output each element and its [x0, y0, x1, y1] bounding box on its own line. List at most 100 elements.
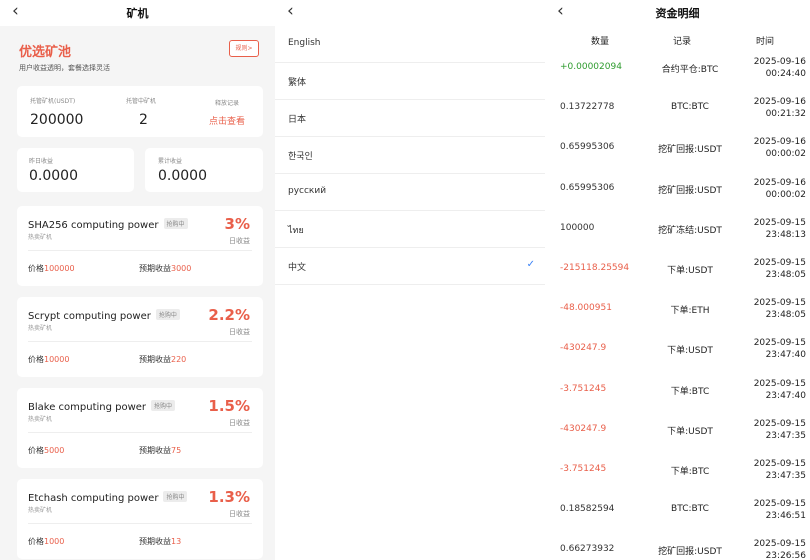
status-badge: 抢购中 [163, 491, 188, 502]
hosting-label: 托管中矿机 [126, 98, 157, 105]
time-text: 23:26:56 [765, 551, 806, 560]
amount-cell: 0.65995306 [560, 182, 615, 193]
time-text: 23:47:40 [765, 390, 806, 401]
records-link[interactable]: 点击查看 [209, 114, 245, 127]
hosting-value: 2 [139, 112, 148, 128]
table-row: 0.65995306 挖矿回报:USDT 2025-09-16 00:00:02 [545, 168, 810, 208]
price-label: 价格 [28, 537, 44, 546]
time-cell: 2025-09-16 00:24:40 [754, 56, 806, 80]
date-text: 2025-09-15 [753, 459, 806, 469]
expected-value: 220 [171, 355, 187, 364]
time-text: 23:47:35 [765, 471, 806, 481]
time-cell: 2025-09-15 23:46:51 [754, 498, 806, 522]
time-text: 23:47:40 [765, 350, 806, 361]
language-option[interactable]: русский [275, 174, 545, 211]
time-text: 23:47:35 [765, 430, 806, 441]
expected-label: 预期收益 [139, 537, 171, 546]
column-header-amount: 数量 [591, 37, 610, 47]
language-label: English [288, 38, 321, 48]
amount-cell: 0.66273932 [560, 544, 615, 555]
miner-name-text: SHA256 computing power [28, 220, 159, 231]
mining-pool-screen: ‹ 矿机 优选矿池 用户收益透明，套餐选择灵活 规则> 托管矿机(USDT) 2… [0, 0, 275, 560]
expected-value: 13 [171, 537, 182, 546]
miner-name: Scrypt computing power 抢购中 [28, 309, 180, 322]
language-option[interactable]: 한국인 [275, 137, 545, 174]
time-cell: 2025-09-15 23:47:35 [754, 458, 806, 482]
time-cell: 2025-09-15 23:26:56 [754, 538, 806, 560]
table-row: 100000 挖矿冻结:USDT 2025-09-15 23:48:13 [545, 208, 810, 248]
date-text: 2025-09-15 [753, 217, 806, 228]
date-text: 2025-09-15 [753, 418, 806, 429]
status-badge: 抢购中 [155, 309, 180, 320]
record-cell: 下单:ETH [670, 306, 710, 317]
language-option[interactable]: 繁体 [275, 63, 545, 100]
time-cell: 2025-09-15 23:47:40 [754, 378, 806, 402]
price-value: 100000 [44, 264, 75, 273]
miner-card[interactable]: Blake computing power 抢购中 热卖矿机 1.5% 日收益 价格500… [17, 388, 263, 468]
time-text: 23:48:13 [765, 229, 806, 240]
date-text: 2025-09-16 [753, 97, 806, 108]
record-cell: BTC:BTC [671, 504, 709, 515]
language-option[interactable]: English [275, 26, 545, 63]
table-row: -3.751245 下单:BTC 2025-09-15 23:47:35 [545, 449, 810, 489]
amount-cell: -430247.9 [560, 343, 607, 354]
record-cell: 下单:USDT [667, 266, 713, 276]
top-bar: ‹ 资金明细 [545, 0, 810, 26]
record-cell: BTC:BTC [671, 102, 709, 113]
language-option[interactable]: 日本 [275, 100, 545, 137]
amount-cell: 0.13722778 [560, 102, 615, 113]
table-row: -48.000951 下单:ETH 2025-09-15 23:48:05 [545, 288, 810, 328]
amount-cell: -48.000951 [560, 303, 612, 314]
date-text: 2025-09-15 [753, 298, 806, 309]
date-text: 2025-09-16 [753, 177, 806, 188]
table-row: 0.18582594 BTC:BTC 2025-09-15 23:46:51 [545, 489, 810, 529]
daily-rate-label: 日收益 [229, 419, 250, 427]
time-text: 00:24:40 [765, 69, 806, 79]
miner-name-text: Etchash computing power [28, 493, 159, 504]
miner-card[interactable]: SHA256 computing power 抢购中 热卖矿机 3% 日收益 价格1000… [17, 206, 263, 286]
language-label: 中文 [288, 263, 307, 273]
expected-line: 预期收益13 [139, 536, 181, 547]
yesterday-label: 昨日收益 [29, 158, 54, 165]
daily-rate-label: 日收益 [229, 328, 250, 336]
rules-button[interactable]: 规则> [229, 40, 259, 57]
amount-cell: -215118.25594 [560, 263, 630, 273]
amount-cell: 100000 [560, 222, 595, 233]
table-row: +0.00002094 合约平仓:BTC 2025-09-16 00:24:40 [545, 47, 810, 87]
language-option[interactable]: 中文 ✓ [275, 248, 545, 285]
price-line: 价格10000 [28, 354, 69, 365]
language-option[interactable]: ไทย [275, 211, 545, 248]
time-cell: 2025-09-15 23:47:35 [754, 418, 806, 442]
status-badge: 抢购中 [151, 400, 176, 411]
table-row: 0.13722778 BTC:BTC 2025-09-16 00:21:32 [545, 87, 810, 127]
chevron-left-icon[interactable]: ‹ [287, 1, 294, 21]
price-label: 价格 [28, 264, 44, 273]
record-cell: 下单:BTC [670, 467, 710, 477]
funds-detail-screen: ‹ 资金明细 数量 记录 时间 +0.00002094 合约平仓:BTC 2025-… [545, 0, 810, 560]
date-text: 2025-09-15 [753, 258, 806, 268]
record-cell: 挖矿回报:USDT [658, 145, 722, 156]
language-label: 한국인 [288, 152, 313, 162]
language-label: ไทย [288, 226, 304, 236]
miner-subtitle: 热卖矿机 [28, 325, 53, 332]
table-row: 0.66273932 挖矿回报:USDT 2025-09-15 23:26:56 [545, 529, 810, 560]
miner-card[interactable]: Scrypt computing power 抢购中 热卖矿机 2.2% 日收益 价格10… [17, 297, 263, 377]
divider [28, 432, 252, 433]
record-cell: 合约平仓:BTC [661, 65, 719, 75]
time-text: 00:21:32 [765, 109, 806, 120]
page-title: 资金明细 [655, 7, 700, 20]
expected-line: 预期收益220 [139, 354, 186, 365]
price-line: 价格1000 [28, 536, 64, 547]
miner-subtitle: 热卖矿机 [28, 507, 53, 514]
miner-card[interactable]: Etchash computing power 抢购中 热卖矿机 1.3% 日收益 价格1… [17, 479, 263, 559]
date-text: 2025-09-15 [753, 378, 806, 389]
record-cell: 挖矿回报:USDT [658, 547, 722, 558]
amount-cell: 0.65995306 [560, 142, 615, 153]
checkmark-icon: ✓ [526, 259, 535, 270]
miner-name: SHA256 computing power 抢购中 [28, 218, 188, 231]
expected-line: 预期收益75 [139, 445, 181, 456]
time-cell: 2025-09-15 23:48:05 [754, 297, 806, 321]
amount-cell: +0.00002094 [560, 62, 622, 72]
top-bar: ‹ [275, 0, 545, 26]
date-text: 2025-09-15 [753, 499, 806, 510]
